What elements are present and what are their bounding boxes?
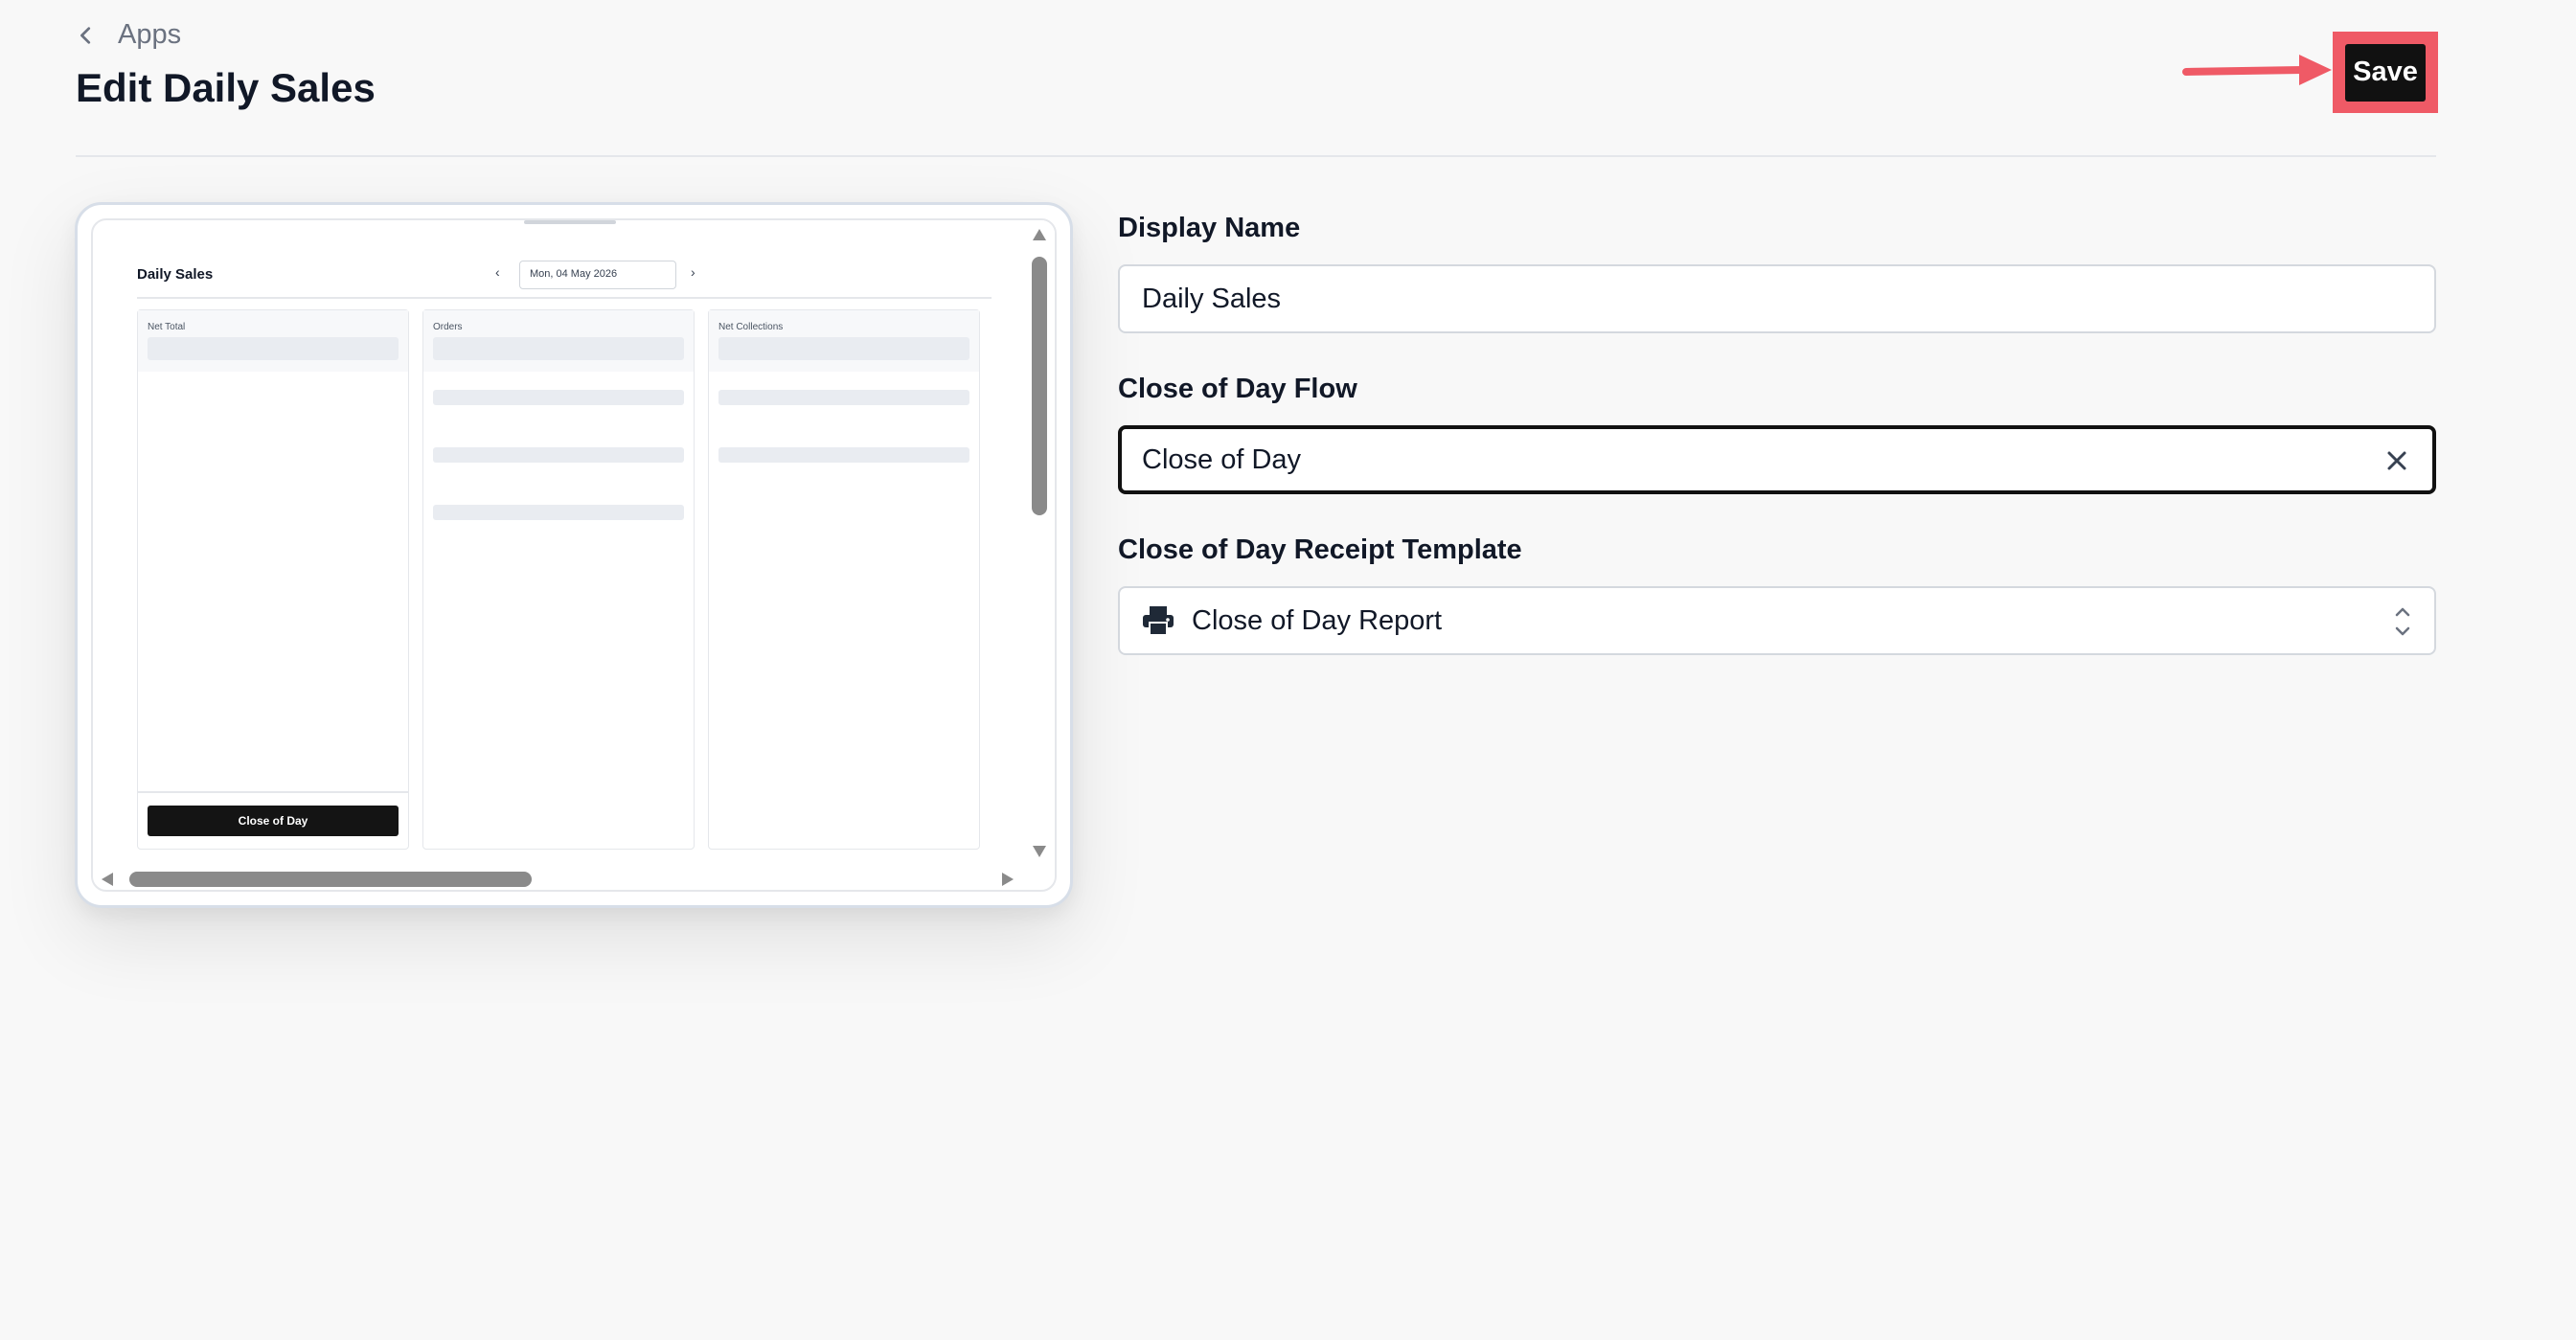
skeleton-bar bbox=[433, 337, 684, 360]
chevron-left-icon bbox=[80, 26, 91, 44]
preview-column-net-collections: Net Collections bbox=[708, 309, 980, 850]
skeleton-bar bbox=[433, 447, 684, 463]
edit-app-page: Apps Edit Daily Sales Save Daily Sales ‹… bbox=[0, 0, 2576, 1340]
save-button[interactable]: Save bbox=[2345, 43, 2426, 102]
header-divider bbox=[76, 155, 2436, 157]
horizontal-scroll-thumb[interactable] bbox=[129, 872, 532, 887]
back-link[interactable]: Apps bbox=[76, 19, 181, 51]
preview-close-of-day-button[interactable]: Close of Day bbox=[148, 806, 399, 836]
close-of-day-flow-select[interactable]: Close of Day bbox=[1118, 425, 2436, 494]
vertical-scrollbar[interactable] bbox=[1026, 220, 1055, 866]
skeleton-bar bbox=[718, 447, 969, 463]
preview-column-orders: Orders bbox=[422, 309, 695, 850]
display-name-value: Daily Sales bbox=[1142, 283, 1282, 314]
display-name-input[interactable]: Daily Sales bbox=[1118, 264, 2436, 333]
preview-column-net-total: Net Total Close of Day bbox=[137, 309, 409, 850]
receipt-template-select[interactable]: Close of Day Report bbox=[1118, 586, 2436, 655]
receipt-template-label: Close of Day Receipt Template bbox=[1118, 534, 1522, 565]
receipt-template-value: Close of Day Report bbox=[1192, 604, 1443, 636]
column-label: Net Total bbox=[148, 322, 186, 332]
column-label: Orders bbox=[433, 322, 463, 332]
preview-prev-day-icon[interactable]: ‹ bbox=[495, 264, 500, 280]
device-notch bbox=[524, 220, 616, 224]
page-title: Edit Daily Sales bbox=[76, 65, 376, 110]
scroll-down-icon[interactable] bbox=[1032, 845, 1047, 858]
skeleton-bar bbox=[718, 337, 969, 360]
scroll-right-icon[interactable] bbox=[1001, 872, 1014, 887]
skeleton-bar bbox=[433, 390, 684, 405]
preview-date-field[interactable]: Mon, 04 May 2026 bbox=[519, 261, 676, 289]
preview-title: Daily Sales bbox=[137, 266, 214, 283]
close-of-day-flow-label: Close of Day Flow bbox=[1118, 374, 1357, 404]
display-name-label: Display Name bbox=[1118, 213, 1301, 243]
back-link-label: Apps bbox=[118, 19, 182, 50]
close-of-day-flow-value: Close of Day bbox=[1142, 443, 1302, 475]
skeleton-bar bbox=[718, 390, 969, 405]
chevron-up-down-icon bbox=[2395, 607, 2410, 636]
app-preview-device: Daily Sales ‹ Mon, 04 May 2026 › Net Tot… bbox=[75, 202, 1073, 908]
scroll-left-icon[interactable] bbox=[101, 872, 114, 887]
preview-divider bbox=[137, 297, 992, 299]
close-icon[interactable] bbox=[2384, 448, 2409, 473]
column-footer-divider bbox=[138, 791, 408, 793]
column-label: Net Collections bbox=[718, 322, 784, 332]
app-preview-screen: Daily Sales ‹ Mon, 04 May 2026 › Net Tot… bbox=[91, 218, 1057, 892]
skeleton-bar bbox=[433, 505, 684, 520]
printer-icon bbox=[1142, 605, 1174, 636]
preview-next-day-icon[interactable]: › bbox=[691, 264, 695, 280]
save-button-highlight: Save bbox=[2333, 32, 2438, 113]
vertical-scroll-thumb[interactable] bbox=[1032, 257, 1047, 515]
annotation-arrow bbox=[2182, 55, 2332, 85]
scroll-up-icon[interactable] bbox=[1032, 228, 1047, 241]
skeleton-bar bbox=[148, 337, 399, 360]
